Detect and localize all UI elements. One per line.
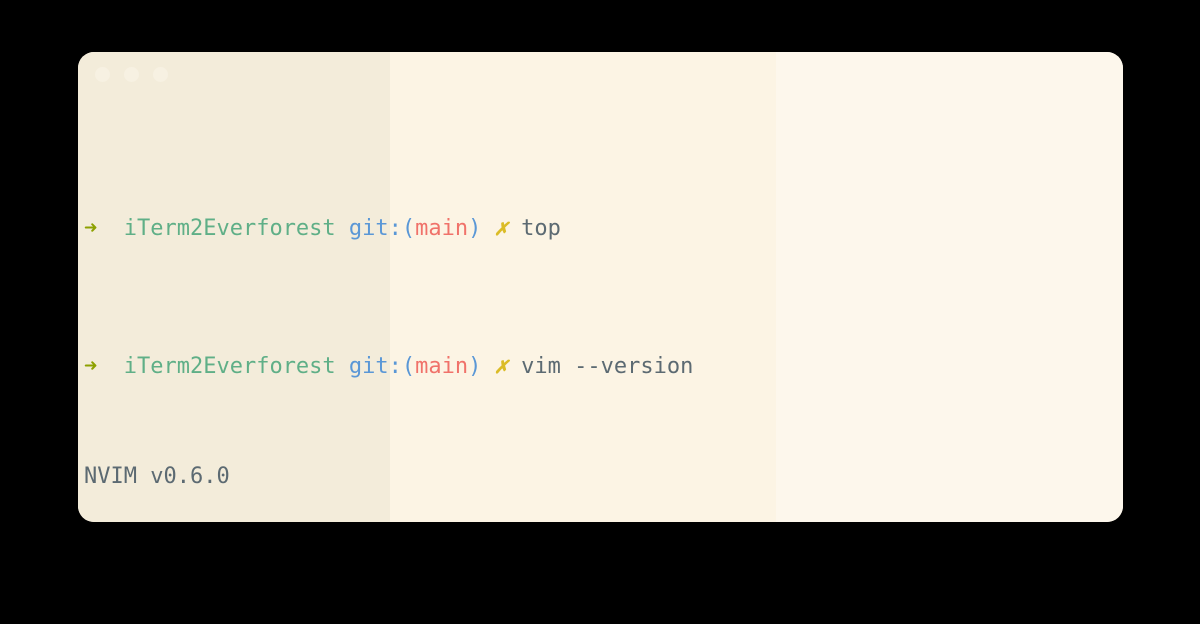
prompt-status-mark-icon: ✗ <box>494 216 508 241</box>
command-text-top: top <box>521 216 561 241</box>
prompt-status-mark-icon: ✗ <box>494 353 508 379</box>
minimize-button-dot[interactable] <box>124 66 139 82</box>
prompt-git-open: git:( <box>348 216 416 241</box>
prompt-git-close: ) <box>468 216 482 241</box>
terminal-line-prompt-vim-version: ➜ iTerm2Everforest git:(main) ✗ vim --ve… <box>84 353 1123 381</box>
prompt-git-branch: main <box>415 216 469 241</box>
window-titlebar[interactable] <box>78 52 1123 96</box>
prompt-directory: iTerm2Everforest <box>123 216 336 241</box>
prompt-git-close: ) <box>468 353 482 379</box>
terminal-window[interactable]: ➜ iTerm2Everforest git:(main) ✗ top ➜ iT… <box>78 52 1123 522</box>
prompt-directory: iTerm2Everforest <box>123 353 336 379</box>
prompt-arrow-icon: ➜ <box>84 216 98 241</box>
zoom-button-dot[interactable] <box>153 66 168 82</box>
prompt-space3 <box>481 216 494 241</box>
prompt-space2 <box>336 216 349 241</box>
command-text-vim-version: vim --version <box>521 353 694 379</box>
prompt-space1 <box>97 354 124 379</box>
terminal-output-area[interactable]: ➜ iTerm2Everforest git:(main) ✗ top ➜ iT… <box>84 96 1123 522</box>
output-line-nvim-version: NVIM v0.6.0 <box>84 463 230 489</box>
close-button-dot[interactable] <box>95 66 110 82</box>
prompt-arrow-icon: ➜ <box>84 353 98 379</box>
prompt-space4 <box>508 354 521 379</box>
prompt-git-open: git:( <box>348 353 416 379</box>
prompt-space2 <box>336 354 349 379</box>
prompt-space1 <box>97 216 124 241</box>
prompt-space4 <box>508 216 521 241</box>
terminal-line-prompt-top: ➜ iTerm2Everforest git:(main) ✗ top <box>84 215 1123 243</box>
screen: ➜ iTerm2Everforest git:(main) ✗ top ➜ iT… <box>0 0 1200 624</box>
prompt-git-branch: main <box>415 353 469 379</box>
prompt-space3 <box>481 354 494 379</box>
